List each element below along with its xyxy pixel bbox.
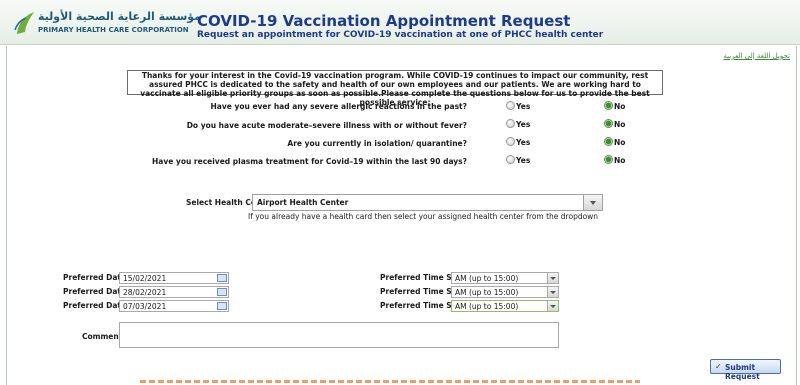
q3-no-radio[interactable]	[604, 137, 613, 146]
q1-yes-radio[interactable]	[506, 101, 515, 110]
time-slot-1-value: AM (up to 15:00)	[455, 274, 519, 283]
question-acute-illness: Do you have acute moderate–severe illnes…	[186, 121, 467, 130]
preferred-date-3-value: 07/03/2021	[123, 302, 167, 311]
calendar-icon[interactable]	[217, 302, 227, 310]
q2-no-radio[interactable]	[604, 119, 613, 128]
health-center-hint: If you already have a health card then s…	[248, 212, 599, 221]
page-header: مؤسسة الرعاية الصحية الأولية PRIMARY HEA…	[0, 0, 800, 45]
q3-yes-radio[interactable]	[506, 137, 515, 146]
health-center-value: Airport Health Center	[257, 198, 349, 207]
question-isolation: Are you currently in isolation/ quaranti…	[287, 139, 467, 148]
chevron-down-icon[interactable]	[547, 301, 558, 311]
q2-no-label: No	[614, 120, 626, 129]
preferred-date-1-input[interactable]: 15/02/2021	[119, 272, 229, 284]
q2-yes-label: Yes	[516, 120, 531, 129]
calendar-icon[interactable]	[217, 274, 227, 282]
preferred-date-2-input[interactable]: 28/02/2021	[119, 286, 229, 298]
chevron-down-icon[interactable]	[547, 273, 558, 283]
footnote-text-cut-off	[140, 380, 640, 383]
time-slot-2-select[interactable]: AM (up to 15:00)	[451, 286, 559, 298]
submit-request-label: Submit Request	[725, 363, 760, 381]
preferred-date-1-value: 15/02/2021	[123, 274, 167, 283]
time-slot-3-value: AM (up to 15:00)	[455, 302, 519, 311]
page-subtitle: Request an appointment for COVID-19 vacc…	[197, 30, 604, 40]
comments-textarea[interactable]	[119, 322, 559, 348]
health-center-select[interactable]: Airport Health Center	[252, 194, 603, 211]
submit-request-button[interactable]: ✓ Submit Request	[710, 359, 781, 381]
time-slot-2-value: AM (up to 15:00)	[455, 288, 519, 297]
q3-yes-label: Yes	[516, 138, 531, 147]
q4-yes-label: Yes	[516, 156, 531, 165]
time-slot-1-select[interactable]: AM (up to 15:00)	[451, 272, 559, 284]
q1-yes-label: Yes	[516, 102, 531, 111]
time-slot-3-select[interactable]: AM (up to 15:00)	[451, 300, 559, 312]
q4-no-radio[interactable]	[604, 155, 613, 164]
page-title: COVID-19 Vaccination Appointment Request	[197, 12, 571, 30]
preferred-date-3-input[interactable]: 07/03/2021	[119, 300, 229, 312]
intro-box: Thanks for your interest in the Covid-19…	[127, 70, 663, 107]
leaf-logo-icon	[14, 12, 34, 34]
q2-yes-radio[interactable]	[506, 119, 515, 128]
language-switch-link[interactable]: تحويل اللغة إلى العربية	[723, 52, 790, 60]
phcc-logo: مؤسسة الرعاية الصحية الأولية PRIMARY HEA…	[14, 10, 201, 42]
q1-no-radio[interactable]	[604, 101, 613, 110]
preferred-date-2-value: 28/02/2021	[123, 288, 167, 297]
logo-arabic-text: مؤسسة الرعاية الصحية الأولية	[38, 10, 201, 23]
question-plasma-treatment: Have you received plasma treatment for C…	[152, 157, 467, 166]
q4-no-label: No	[614, 156, 626, 165]
q3-no-label: No	[614, 138, 626, 147]
logo-english-text: PRIMARY HEALTH CARE CORPORATION	[38, 26, 189, 34]
q4-yes-radio[interactable]	[506, 155, 515, 164]
chevron-down-icon[interactable]	[583, 195, 602, 210]
checkmark-icon: ✓	[715, 362, 722, 371]
calendar-icon[interactable]	[217, 288, 227, 296]
question-allergic-reactions: Have you ever had any severe allergic re…	[210, 102, 467, 111]
q1-no-label: No	[614, 102, 626, 111]
chevron-down-icon[interactable]	[547, 287, 558, 297]
